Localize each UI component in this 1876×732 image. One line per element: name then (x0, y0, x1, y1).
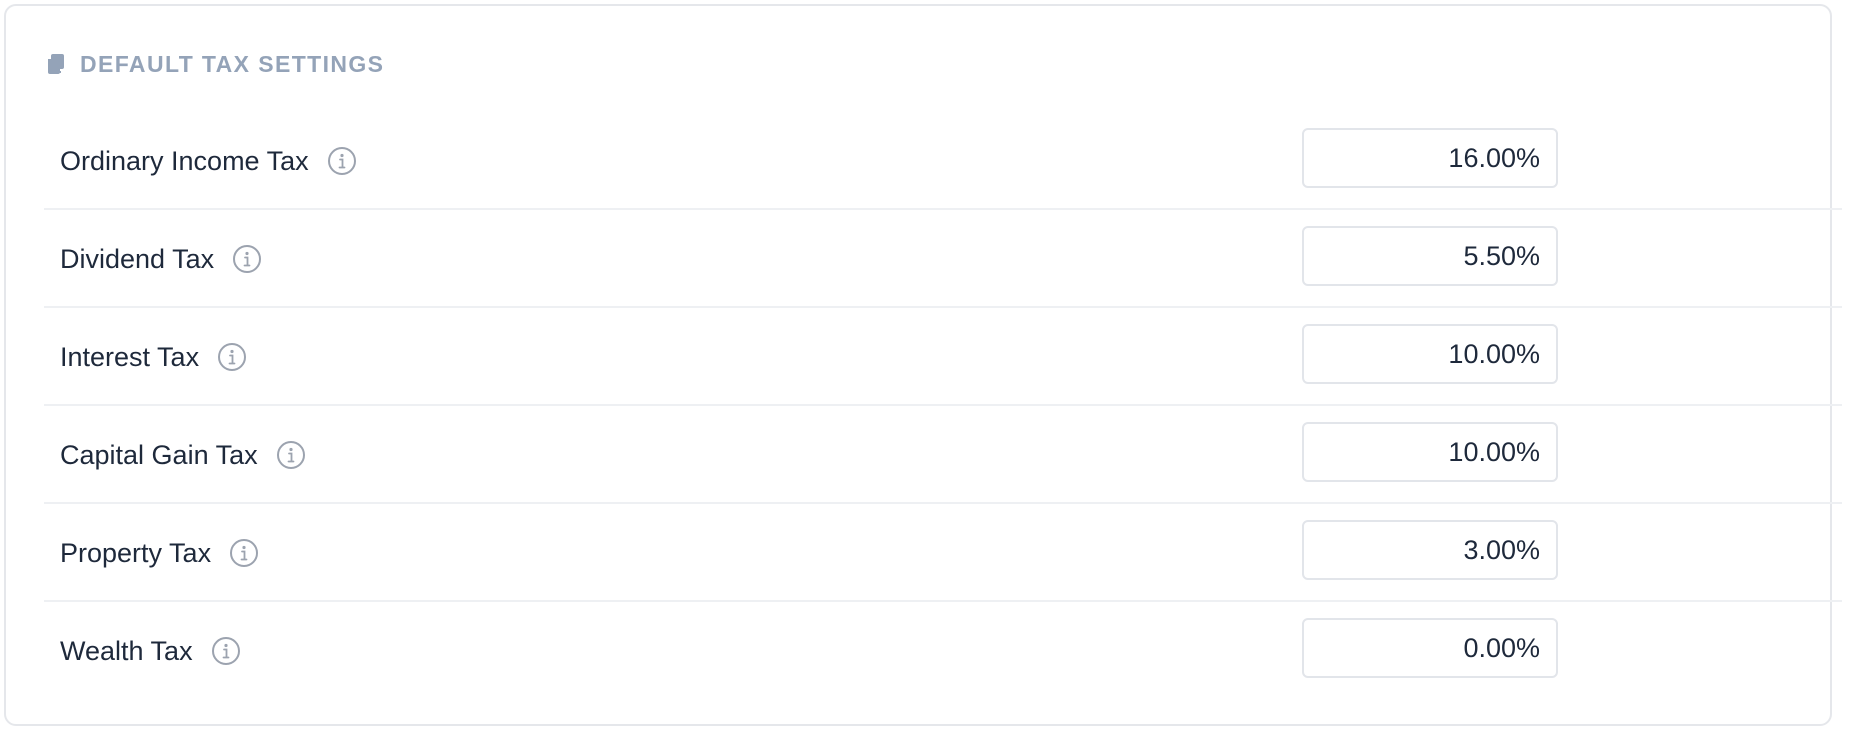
info-icon[interactable] (276, 440, 306, 470)
info-icon[interactable] (217, 342, 247, 372)
ordinary-income-tax-input[interactable] (1302, 128, 1558, 188)
tax-row-capital-gain: Capital Gain Tax (44, 406, 1842, 504)
tax-label: Dividend Tax (60, 243, 215, 274)
dividend-tax-input[interactable] (1302, 226, 1558, 286)
tax-label: Ordinary Income Tax (60, 145, 309, 176)
tax-row-dividend: Dividend Tax (44, 210, 1842, 308)
interest-tax-input[interactable] (1302, 324, 1558, 384)
property-tax-input[interactable] (1302, 520, 1558, 580)
tax-label: Interest Tax (60, 341, 200, 372)
info-icon[interactable] (232, 244, 262, 274)
wealth-tax-input[interactable] (1302, 618, 1558, 678)
info-icon[interactable] (229, 538, 259, 568)
tax-row-interest: Interest Tax (44, 308, 1842, 406)
info-icon[interactable] (211, 636, 241, 666)
tax-row-property: Property Tax (44, 504, 1842, 602)
capital-gain-tax-input[interactable] (1302, 422, 1558, 482)
info-icon[interactable] (327, 146, 357, 176)
tax-label: Capital Gain Tax (60, 439, 258, 470)
tax-label: Wealth Tax (60, 635, 193, 666)
tax-row-wealth: Wealth Tax (44, 602, 1842, 700)
tax-label: Property Tax (60, 537, 212, 568)
tax-rate-list: Ordinary Income Tax Dividend Tax (44, 112, 1842, 700)
section-title: DEFAULT TAX SETTINGS (80, 50, 385, 77)
documents-icon (46, 52, 68, 76)
tax-row-ordinary-income: Ordinary Income Tax (44, 112, 1842, 210)
tax-settings-card: DEFAULT TAX SETTINGS Ordinary Income Tax… (4, 4, 1842, 726)
card-header: DEFAULT TAX SETTINGS (46, 48, 384, 80)
